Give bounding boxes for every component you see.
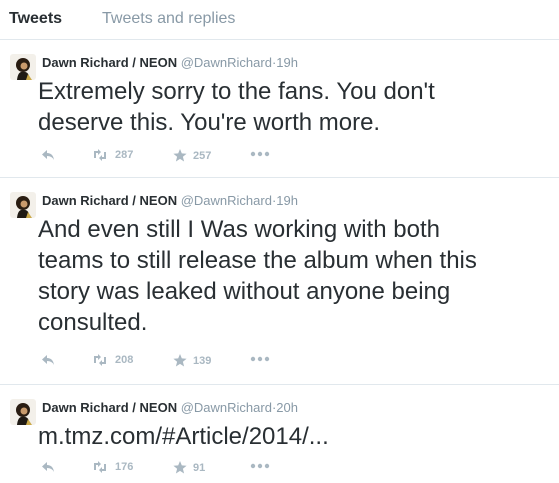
author-name[interactable]: Dawn Richard / NEON — [42, 400, 177, 415]
profile-tabs: Tweets Tweets and replies — [0, 0, 559, 40]
more-button[interactable] — [250, 151, 270, 157]
reply-icon — [42, 150, 54, 160]
star-icon — [173, 354, 187, 367]
tweet-header: Dawn Richard / NEON @DawnRichard·20h — [42, 400, 298, 416]
tweet[interactable]: Dawn Richard / NEON @DawnRichard·20h m.t… — [0, 386, 559, 483]
timestamp[interactable]: 20h — [276, 400, 298, 415]
reply-button[interactable] — [41, 461, 55, 473]
retweet-count: 176 — [115, 461, 134, 473]
retweet-count: 287 — [115, 149, 134, 161]
retweet-button[interactable]: 287 — [91, 149, 133, 161]
more-icon — [250, 463, 270, 469]
tweet-text-line: consulted. — [38, 309, 148, 336]
more-button[interactable] — [250, 356, 270, 362]
retweet-icon — [94, 149, 106, 161]
star-icon — [173, 461, 187, 474]
avatar[interactable] — [10, 399, 36, 425]
more-button[interactable] — [250, 463, 270, 469]
author-handle[interactable]: @DawnRichard — [181, 400, 272, 415]
star-icon — [173, 149, 187, 162]
retweet-icon — [94, 354, 106, 366]
favorite-button[interactable]: 257 — [173, 149, 211, 162]
tweet-text-line: Extremely sorry to the fans. You don't — [38, 78, 435, 105]
reply-button[interactable] — [41, 149, 55, 161]
tweet-text-line: deserve this. You're worth more. — [38, 109, 381, 136]
author-handle[interactable]: @DawnRichard — [181, 193, 272, 208]
timestamp[interactable]: 19h — [276, 55, 298, 70]
favorite-count: 257 — [193, 149, 212, 162]
tweet[interactable]: Dawn Richard / NEON @DawnRichard·19h And… — [0, 179, 559, 385]
tweet-link[interactable]: m.tmz.com/#Article/2014/... — [38, 421, 553, 452]
reply-button[interactable] — [41, 354, 55, 366]
author-handle[interactable]: @DawnRichard — [181, 55, 272, 70]
avatar[interactable] — [10, 192, 36, 218]
reply-icon — [42, 355, 54, 365]
retweet-button[interactable]: 176 — [91, 461, 133, 473]
tab-tweets-and-replies[interactable]: Tweets and replies — [102, 10, 235, 28]
timestamp[interactable]: 19h — [276, 193, 298, 208]
retweet-icon — [94, 461, 106, 473]
avatar[interactable] — [10, 54, 36, 80]
tweet-header: Dawn Richard / NEON @DawnRichard·19h — [42, 193, 298, 209]
author-name[interactable]: Dawn Richard / NEON — [42, 193, 177, 208]
tweet-text-line: And even still I Was working with both — [38, 216, 440, 243]
tweet[interactable]: Dawn Richard / NEON @DawnRichard·19h Ext… — [0, 41, 559, 178]
favorite-button[interactable]: 91 — [173, 461, 205, 474]
tweet-text: And even still I Was working with both t… — [38, 214, 553, 338]
more-icon — [250, 356, 270, 362]
retweet-count: 208 — [115, 354, 134, 366]
tweet-text: m.tmz.com/#Article/2014/... — [38, 421, 553, 452]
favorite-count: 139 — [193, 354, 212, 367]
tweet-text-line: teams to still release the album when th… — [38, 247, 477, 274]
reply-icon — [42, 462, 54, 472]
more-icon — [250, 151, 270, 157]
tweet-text-line: story was leaked without anyone being — [38, 278, 451, 305]
tab-tweets[interactable]: Tweets — [9, 10, 62, 28]
tweet-header: Dawn Richard / NEON @DawnRichard·19h — [42, 55, 298, 71]
author-name[interactable]: Dawn Richard / NEON — [42, 55, 177, 70]
tweet-text: Extremely sorry to the fans. You don't d… — [38, 76, 553, 138]
favorite-button[interactable]: 139 — [173, 354, 211, 367]
retweet-button[interactable]: 208 — [91, 354, 133, 366]
favorite-count: 91 — [193, 461, 206, 474]
